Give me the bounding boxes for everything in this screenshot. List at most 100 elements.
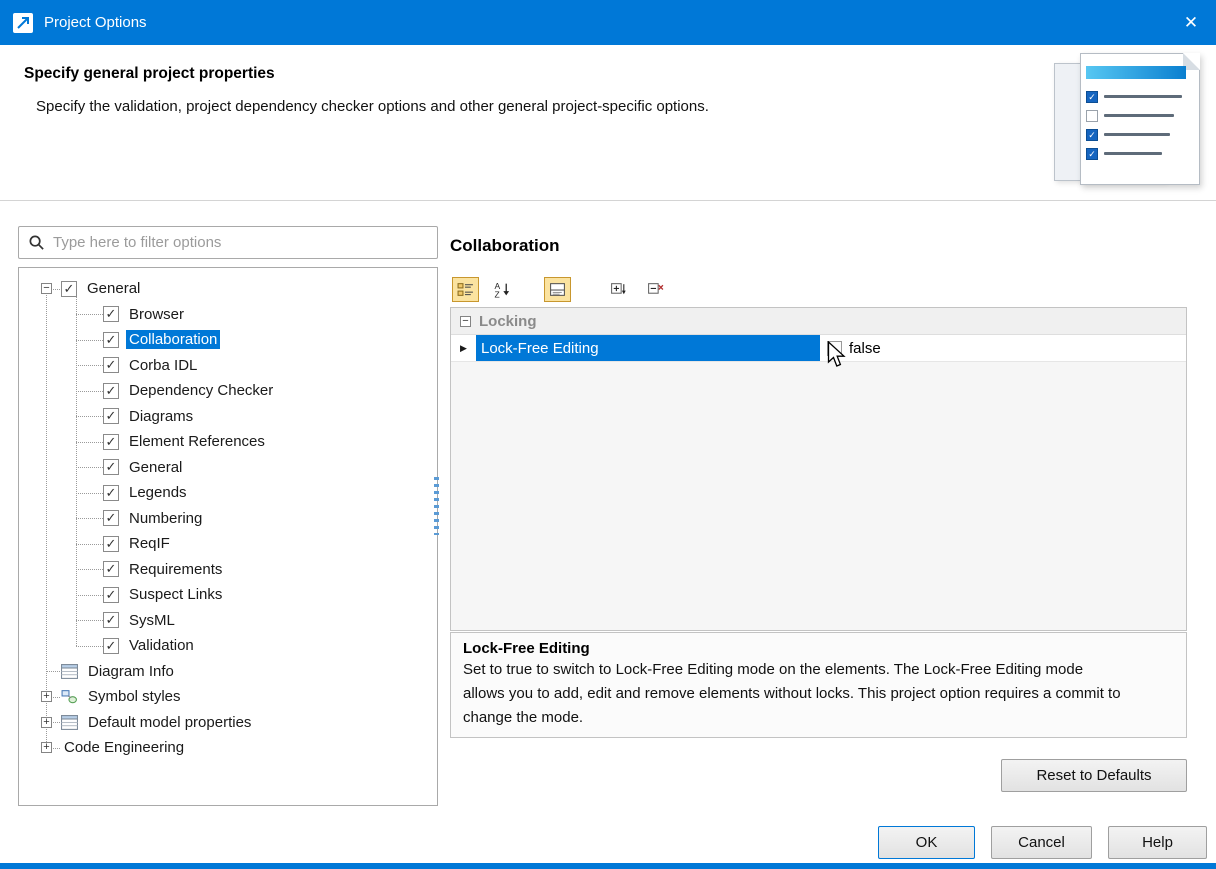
text-line — [1104, 133, 1170, 136]
categorized-view-icon — [457, 281, 474, 298]
filter-box — [18, 226, 438, 259]
group-label: Locking — [479, 313, 537, 330]
tree-item-dependency-checker[interactable]: ✓Dependency Checker — [19, 378, 437, 404]
help-button[interactable]: Help — [1108, 826, 1207, 859]
tree-item-label: Numbering — [126, 509, 205, 528]
options-tree: −✓General✓Browser✓Collaboration✓Corba ID… — [18, 267, 438, 806]
tree-item-collaboration[interactable]: ✓ Collaboration — [19, 327, 437, 353]
property-value-cell[interactable]: false — [820, 335, 1186, 361]
tree-item-label: Symbol styles — [85, 687, 184, 706]
tree-item-label: Collaboration — [126, 330, 220, 349]
search-icon — [28, 234, 45, 251]
tree-item-browser[interactable]: ✓ Browser — [19, 302, 437, 328]
graphic-title-band — [1086, 66, 1186, 79]
tree-item-diagram-info[interactable]: Diagram Info — [19, 659, 437, 685]
text-line — [1104, 95, 1182, 98]
tree-item-label: Diagram Info — [85, 662, 177, 681]
close-button[interactable]: ✕ — [1166, 0, 1216, 45]
categorized-view-button[interactable] — [452, 277, 479, 302]
collapse-toggle-icon[interactable]: − — [41, 283, 52, 294]
tree-item-sysml[interactable]: ✓ SysML — [19, 608, 437, 634]
dialog-header: Specify general project properties Speci… — [0, 45, 1216, 201]
tree-item-general[interactable]: ✓ General — [19, 455, 437, 481]
tree-item-corba-idl[interactable]: ✓Corba IDL — [19, 353, 437, 379]
panel-title: Collaboration — [450, 236, 560, 256]
tree-item-diagrams[interactable]: ✓Diagrams — [19, 404, 437, 430]
window-border — [0, 863, 1216, 869]
tree-item-legends[interactable]: ✓Legends — [19, 480, 437, 506]
expand-all-button[interactable] — [605, 277, 632, 302]
tree-item-label: ReqIF — [126, 534, 173, 553]
show-description-area-button[interactable] — [544, 277, 571, 302]
svg-text:Z: Z — [495, 289, 500, 298]
tree-checkbox[interactable]: ✓ — [103, 536, 119, 552]
show-description-area-icon — [549, 281, 566, 298]
project-options-dialog: Project Options ✕ Specify general projec… — [0, 0, 1216, 869]
expand-toggle-icon[interactable]: + — [41, 691, 52, 702]
tree-checkbox[interactable]: ✓ — [103, 459, 119, 475]
expand-toggle-icon[interactable]: + — [41, 717, 52, 728]
row-expand-arrow-icon[interactable]: ▶ — [451, 335, 476, 361]
tree-item-symbol-styles[interactable]: + Symbol styles — [19, 684, 437, 710]
tree-checkbox[interactable]: ✓ — [103, 408, 119, 424]
tree-checkbox[interactable]: ✓ — [103, 434, 119, 450]
unchecked-checkbox-icon — [1086, 110, 1098, 122]
titlebar[interactable]: Project Options ✕ — [0, 0, 1216, 45]
tree-checkbox[interactable]: ✓ — [103, 306, 119, 322]
tree-checkbox[interactable]: ✓ — [103, 638, 119, 654]
tree-item-label: Requirements — [126, 560, 225, 579]
tree-checkbox[interactable]: ✓ — [103, 332, 119, 348]
tree-item-general[interactable]: −✓ General — [19, 276, 437, 302]
tree-item-label: Browser — [126, 305, 187, 324]
tree-item-suspect-links[interactable]: ✓ Suspect Links — [19, 582, 437, 608]
table-icon — [61, 715, 78, 730]
checklist-graphic: ✓ ✓ ✓ — [1052, 51, 1204, 193]
property-value: false — [849, 340, 881, 357]
tree-item-requirements[interactable]: ✓ Requirements — [19, 557, 437, 583]
graphic-row: ✓ — [1086, 125, 1193, 144]
tree-item-label: General — [126, 458, 185, 477]
tree-item-element-references[interactable]: ✓ Element References — [19, 429, 437, 455]
tree-item-label: SysML — [126, 611, 178, 630]
property-group-locking[interactable]: − Locking — [451, 308, 1186, 335]
filter-input[interactable] — [53, 234, 428, 251]
group-collapse-icon[interactable]: − — [460, 316, 471, 327]
property-toolbar: AZ — [452, 274, 669, 304]
mouse-cursor — [827, 341, 847, 369]
tree-checkbox[interactable]: ✓ — [103, 383, 119, 399]
tree-checkbox[interactable]: ✓ — [103, 510, 119, 526]
tree-item-label: Element References — [126, 432, 268, 451]
expand-all-icon — [610, 281, 627, 298]
tree-item-label: Validation — [126, 636, 197, 655]
graphic-checklist-rows: ✓ ✓ ✓ — [1086, 87, 1193, 163]
cancel-button[interactable]: Cancel — [991, 826, 1092, 859]
tree-item-label: General — [84, 279, 143, 298]
splitter-handle[interactable] — [434, 477, 439, 535]
tree-checkbox[interactable]: ✓ — [103, 357, 119, 373]
tree-checkbox[interactable]: ✓ — [103, 587, 119, 603]
tree-item-label: Default model properties — [85, 713, 254, 732]
close-icon: ✕ — [1184, 13, 1198, 33]
tree-checkbox[interactable]: ✓ — [103, 561, 119, 577]
tree-checkbox[interactable]: ✓ — [103, 485, 119, 501]
tree-checkbox[interactable]: ✓ — [61, 281, 77, 297]
expand-toggle-icon[interactable]: + — [41, 742, 52, 753]
header-title: Specify general project properties — [24, 65, 275, 83]
tree-item-reqif[interactable]: ✓ ReqIF — [19, 531, 437, 557]
tree-checkbox[interactable]: ✓ — [103, 612, 119, 628]
property-row-lock-free-editing[interactable]: ▶Lock-Free Editingfalse — [451, 335, 1186, 362]
graphic-row: ✓ — [1086, 144, 1193, 163]
tree-item-code-engineering[interactable]: +Code Engineering — [19, 735, 437, 761]
graphic-row — [1086, 106, 1193, 125]
tree-item-label: Suspect Links — [126, 585, 225, 604]
window-title: Project Options — [44, 14, 147, 31]
ok-button[interactable]: OK — [878, 826, 975, 859]
tree-item-default-model-properties[interactable]: + Default model properties — [19, 710, 437, 736]
tree-item-validation[interactable]: ✓ Validation — [19, 633, 437, 659]
tree-item-numbering[interactable]: ✓ Numbering — [19, 506, 437, 532]
checked-checkbox-icon: ✓ — [1086, 148, 1098, 160]
sort-alphabetically-button[interactable]: AZ — [489, 277, 516, 302]
symbol-icon — [61, 689, 78, 704]
reset-to-defaults-button[interactable]: Reset to Defaults — [1001, 759, 1187, 792]
collapse-all-button[interactable] — [642, 277, 669, 302]
